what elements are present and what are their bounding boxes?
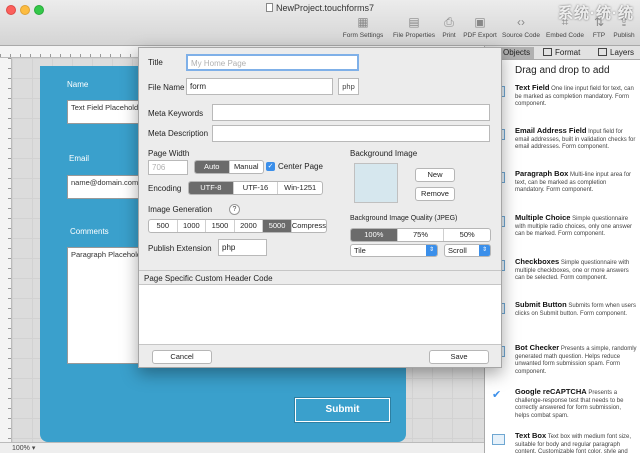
image-size-1000[interactable]: 1000 <box>178 220 207 232</box>
toolbar-form-settings[interactable]: ▦ Form Settings <box>338 14 388 39</box>
panel-tabs: Objects Format Layers <box>485 46 640 60</box>
objects-panel: Objects Format Layers Drag and drop to a… <box>484 46 640 453</box>
encoding-segmented[interactable]: UTF-8 UTF-16 Win-1251 <box>188 181 323 195</box>
canvas-name-field[interactable]: Text Field Placeholde <box>67 100 147 124</box>
page-width-auto[interactable]: Auto <box>195 161 230 173</box>
bg-quality-100[interactable]: 100% <box>351 229 398 241</box>
canvas-email-label[interactable]: Email <box>69 154 89 163</box>
window-title: NewProject.touchforms7 <box>275 3 375 13</box>
header-code-editor[interactable] <box>139 285 501 345</box>
canvas-email-field[interactable]: name@domain.com <box>67 175 147 199</box>
file-extension: php <box>338 78 359 95</box>
meta-keywords-input[interactable] <box>212 104 490 121</box>
new-background-button[interactable]: New <box>415 168 455 182</box>
meta-keywords-label: Meta Keywords <box>148 109 204 118</box>
bg-quality-50[interactable]: 50% <box>444 229 490 241</box>
toolbar-publish[interactable]: ⇪ Publish <box>610 14 638 39</box>
save-button[interactable]: Save <box>429 350 489 364</box>
toolbar-source-code[interactable]: ‹› Source Code <box>500 14 542 39</box>
canvas-name-label[interactable]: Name <box>67 80 88 89</box>
bg-quality-label: Background Image Quality (JPEG) <box>350 215 458 222</box>
toolbar-ftp[interactable]: ⇅ FTP <box>588 14 610 39</box>
zoom-select[interactable]: 100% ▾ <box>12 444 35 452</box>
canvas-submit-button[interactable]: Submit <box>294 397 391 423</box>
print-icon: ⎙ <box>444 15 454 29</box>
window-toolbar: NewProject.touchforms7 系统·统·统 ▦ Form Sett… <box>0 0 640 46</box>
tab-objects[interactable]: Objects <box>499 47 535 59</box>
image-size-500[interactable]: 500 <box>149 220 178 232</box>
canvas-comments-box[interactable]: Paragraph Placeholde <box>67 247 147 364</box>
publish-extension-input[interactable]: php <box>218 239 267 256</box>
image-compress[interactable]: Compress <box>292 220 326 232</box>
checkmark-icon: ✔ <box>492 389 502 401</box>
file-properties-icon: ▤ <box>408 15 420 29</box>
image-size-1500[interactable]: 1500 <box>206 220 235 232</box>
encoding-label: Encoding <box>148 184 182 193</box>
file-name-input[interactable]: form <box>186 78 333 95</box>
text-box-icon <box>492 434 505 445</box>
format-icon <box>543 48 552 56</box>
image-generation-label: Image Generation <box>148 205 213 214</box>
chevron-updown-icon: ⇕ <box>426 245 437 256</box>
vertical-ruler <box>0 58 12 442</box>
tab-layers[interactable]: Layers <box>598 47 634 59</box>
title-label: Title <box>148 58 163 67</box>
publish-icon: ⇪ <box>618 15 630 29</box>
toolbar-embed-code[interactable]: ⌗ Embed Code <box>543 14 587 39</box>
background-image-well[interactable] <box>354 163 398 203</box>
toolbar-file-properties[interactable]: ▤ File Properties <box>390 14 438 39</box>
canvas-comments-label[interactable]: Comments <box>70 227 109 236</box>
toolbar-pdf-export[interactable]: ▣ PDF Export <box>461 14 499 39</box>
toolbar-print[interactable]: ⎙ Print <box>438 14 460 39</box>
encoding-win1251[interactable]: Win-1251 <box>278 182 322 194</box>
title-input[interactable]: My Home Page <box>186 54 359 71</box>
chevron-updown-icon: ⇕ <box>479 245 490 256</box>
chevron-down-icon: ▾ <box>31 445 36 452</box>
status-bar: 100% ▾ <box>0 442 484 453</box>
image-generation-segmented[interactable]: 500 1000 1500 2000 5000 Compress <box>148 219 327 233</box>
tab-format[interactable]: Format <box>543 47 580 59</box>
scroll-select[interactable]: Scroll ⇕ <box>444 244 491 257</box>
image-size-5000[interactable]: 5000 <box>263 220 292 232</box>
embed-code-icon: ⌗ <box>561 15 569 29</box>
bg-quality-segmented[interactable]: 100% 75% 50% <box>350 228 491 242</box>
pdf-export-icon: ▣ <box>474 15 486 29</box>
bg-quality-75[interactable]: 75% <box>398 229 445 241</box>
center-page-label: Center Page <box>278 162 323 171</box>
tile-select[interactable]: Tile ⇕ <box>350 244 438 257</box>
encoding-utf16[interactable]: UTF-16 <box>234 182 279 194</box>
page-width-input[interactable]: 706 <box>148 160 188 175</box>
cancel-button[interactable]: Cancel <box>152 350 212 364</box>
page-width-manual[interactable]: Manual <box>230 161 264 173</box>
splitter-handle[interactable] <box>139 270 501 271</box>
image-size-2000[interactable]: 2000 <box>235 220 264 232</box>
page-width-label: Page Width <box>148 149 190 158</box>
form-settings-icon: ▦ <box>357 15 369 29</box>
layers-icon <box>598 48 607 56</box>
header-code-label: Page Specific Custom Header Code <box>139 273 501 285</box>
ftp-icon: ⇅ <box>593 15 605 29</box>
meta-description-input[interactable] <box>212 125 490 142</box>
file-properties-dialog: Title My Home Page File Name form php Me… <box>138 47 502 368</box>
publish-extension-label: Publish Extension <box>148 244 212 253</box>
help-icon[interactable]: ? <box>229 204 240 215</box>
source-code-icon: ‹› <box>517 15 525 29</box>
panel-heading: Drag and drop to add <box>515 65 610 76</box>
encoding-utf8[interactable]: UTF-8 <box>189 182 234 194</box>
background-image-label: Background Image <box>350 149 418 158</box>
remove-background-button[interactable]: Remove <box>415 187 455 201</box>
page-width-mode-toggle[interactable]: Auto Manual <box>194 160 264 174</box>
center-page-checkbox[interactable]: ✓ <box>266 162 275 171</box>
meta-description-label: Meta Description <box>148 129 209 138</box>
file-name-label: File Name <box>148 83 185 92</box>
document-icon <box>265 3 273 12</box>
window-title-bar: NewProject.touchforms7 <box>0 3 640 13</box>
